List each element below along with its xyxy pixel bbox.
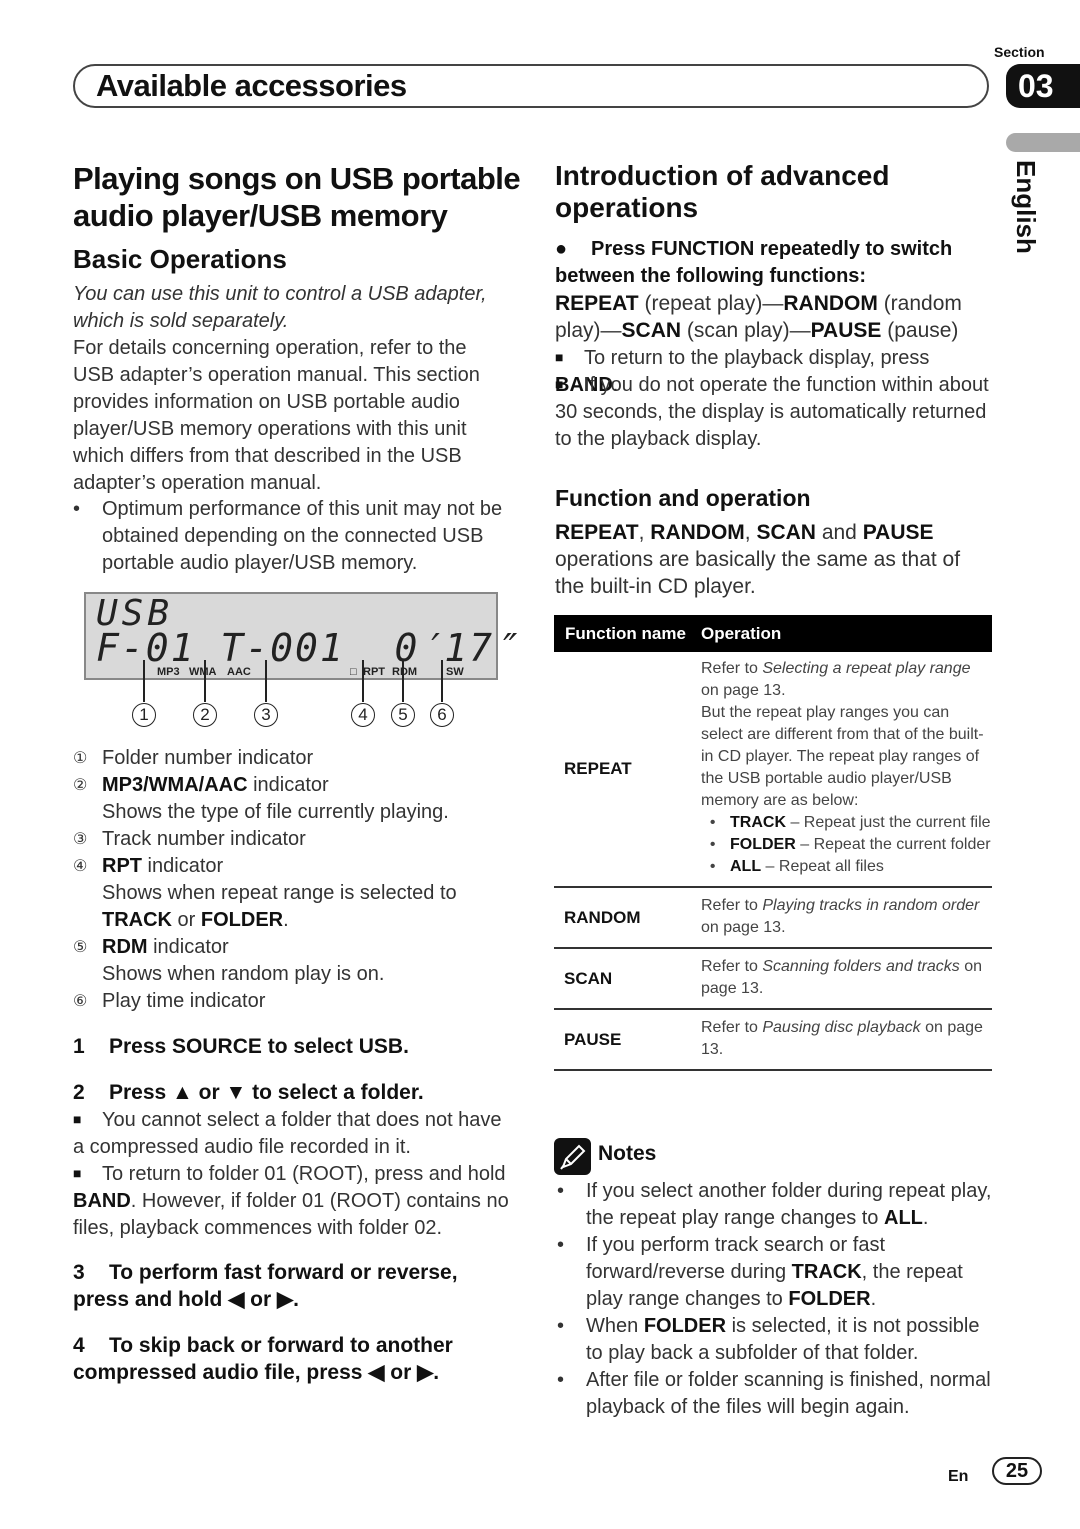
step-1: 1 Press SOURCE to select USB. [73,1035,409,1058]
language-tab [1006,133,1080,152]
note-item: • If you select another folder during rep… [557,1180,992,1229]
callout-line [204,660,206,702]
note-item: • If you perform track search or fast for… [557,1234,963,1310]
operation-cell: Refer to Selecting a repeat play range o… [701,660,991,875]
callout-line [362,660,364,702]
intro-italic: You can use this unit to control a USB a… [73,283,487,332]
note-item: • When FOLDER is selected, it is not poss… [557,1315,980,1364]
lcd-status-text: F-01 T-001 0′17″ [96,626,519,670]
indicator-legend: ① Folder number indicator ② MP3/WMA/AAC … [73,745,513,1015]
callout-number: 4 [351,703,375,727]
column-header: Function name [565,623,686,643]
table-header: Function name Operation [554,615,992,652]
operation-cell: Refer to Playing tracks in random order … [701,897,980,936]
step-3: 3 To perform fast forward or reverse, pre… [73,1261,458,1311]
lcd-aac-label: AAC [227,666,251,678]
callout-line [143,660,145,702]
legend-item: ③ Track number indicator [73,828,306,850]
square-bullet-icon: ■ [73,1165,82,1181]
lcd-mp3-label: MP3 [157,666,180,678]
legend-description: Shows the type of file currently playing… [102,801,449,823]
step-4: 4 To skip back or forward to another comp… [73,1334,453,1384]
legend-item: ⑥ Play time indicator [73,990,266,1012]
page-number: 25 [992,1457,1042,1485]
function-name: PAUSE [564,1029,622,1049]
section-number-tab: 03 [1006,64,1080,108]
callout-number: 5 [391,703,415,727]
step-note: ■ You cannot select a folder that does no… [73,1106,513,1161]
bullet-item: • Optimum performance of this unit may n… [73,496,513,577]
legend-item: ① Folder number indicator [73,747,314,769]
square-bullet-icon: ■ [555,349,564,365]
step-note: ■ To return to folder 01 (ROOT), press an… [73,1160,513,1242]
function-intro: REPEAT, RANDOM, SCAN and PAUSE operation… [555,521,961,598]
table-row: REPEAT Refer to Selecting a repeat play … [554,652,992,888]
column-header: Operation [701,623,782,643]
pencil-icon [554,1138,591,1175]
lcd-rdm-label: RDM [392,666,418,678]
legend-description: Shows when random play is on. [102,963,385,985]
table-row: RANDOM Refer to Playing tracks in random… [554,888,992,949]
square-bullet-icon: ■ [555,376,564,392]
callout-number: 3 [254,703,278,727]
legend-item: ② MP3/WMA/AAC indicator [73,774,329,796]
table-row: SCAN Refer to Scanning folders and track… [554,949,992,1010]
legend-description: TRACK or FOLDER. [102,909,289,931]
lcd-repeat-icon: □ [350,666,357,678]
page-title: Available accessories [96,68,407,103]
operation-cell: Refer to Scanning folders and tracks on … [701,958,983,997]
bullet-text: Optimum performance of this unit may not… [102,498,503,574]
notes-heading: Notes [598,1142,657,1165]
legend-description: Shows when repeat range is selected to [102,882,457,904]
lcd-sw-label: SW [446,666,464,678]
callout-number: 6 [430,703,454,727]
intro-body: For details concerning operation, refer … [73,337,480,494]
callout-number: 1 [132,703,156,727]
function-name: SCAN [564,968,613,988]
legend-item: ⑤ RDM indicator [73,936,229,958]
footer-language: En [948,1468,969,1485]
callout-number: 2 [193,703,217,727]
bullet-icon: ● [555,238,568,260]
instruction: ● Press FUNCTION repeatedly to switch bet… [555,238,953,287]
section-heading: Playing songs on USB portable audio play… [73,161,521,233]
step-2: 2 Press ▲ or ▼ to select a folder. [73,1081,424,1104]
function-name: REPEAT [564,759,632,778]
language-label: English [1011,160,1041,254]
function-sequence: REPEAT (repeat play)—RANDOM (random play… [555,292,962,342]
lcd-rpt-label: RPT [363,666,385,678]
callout-line [265,660,267,702]
square-bullet-icon: ■ [73,1111,82,1127]
bullet-icon: • [73,498,81,520]
note: ■ If you do not operate the function with… [555,371,995,453]
section-label: Section [994,44,1045,60]
subsection-heading: Basic Operations [73,244,287,274]
notes-list: • If you select another folder during rep… [555,1178,995,1421]
table-row: PAUSE Refer to Pausing disc playback on … [554,1010,992,1071]
legend-item: ④ RPT indicator [73,855,224,877]
note-item: • After file or folder scanning is finish… [557,1369,991,1418]
function-name: RANDOM [564,907,641,927]
callout-line [402,660,404,702]
operation-cell: Refer to Pausing disc playback on page 1… [701,1019,983,1058]
subsection-heading: Function and operation [555,485,811,511]
function-table: Function name Operation REPEAT Refer to … [554,615,992,1071]
section-heading: Introduction of advanced operations [555,160,890,223]
callout-line [441,660,443,702]
lcd-wma-label: WMA [189,666,217,678]
